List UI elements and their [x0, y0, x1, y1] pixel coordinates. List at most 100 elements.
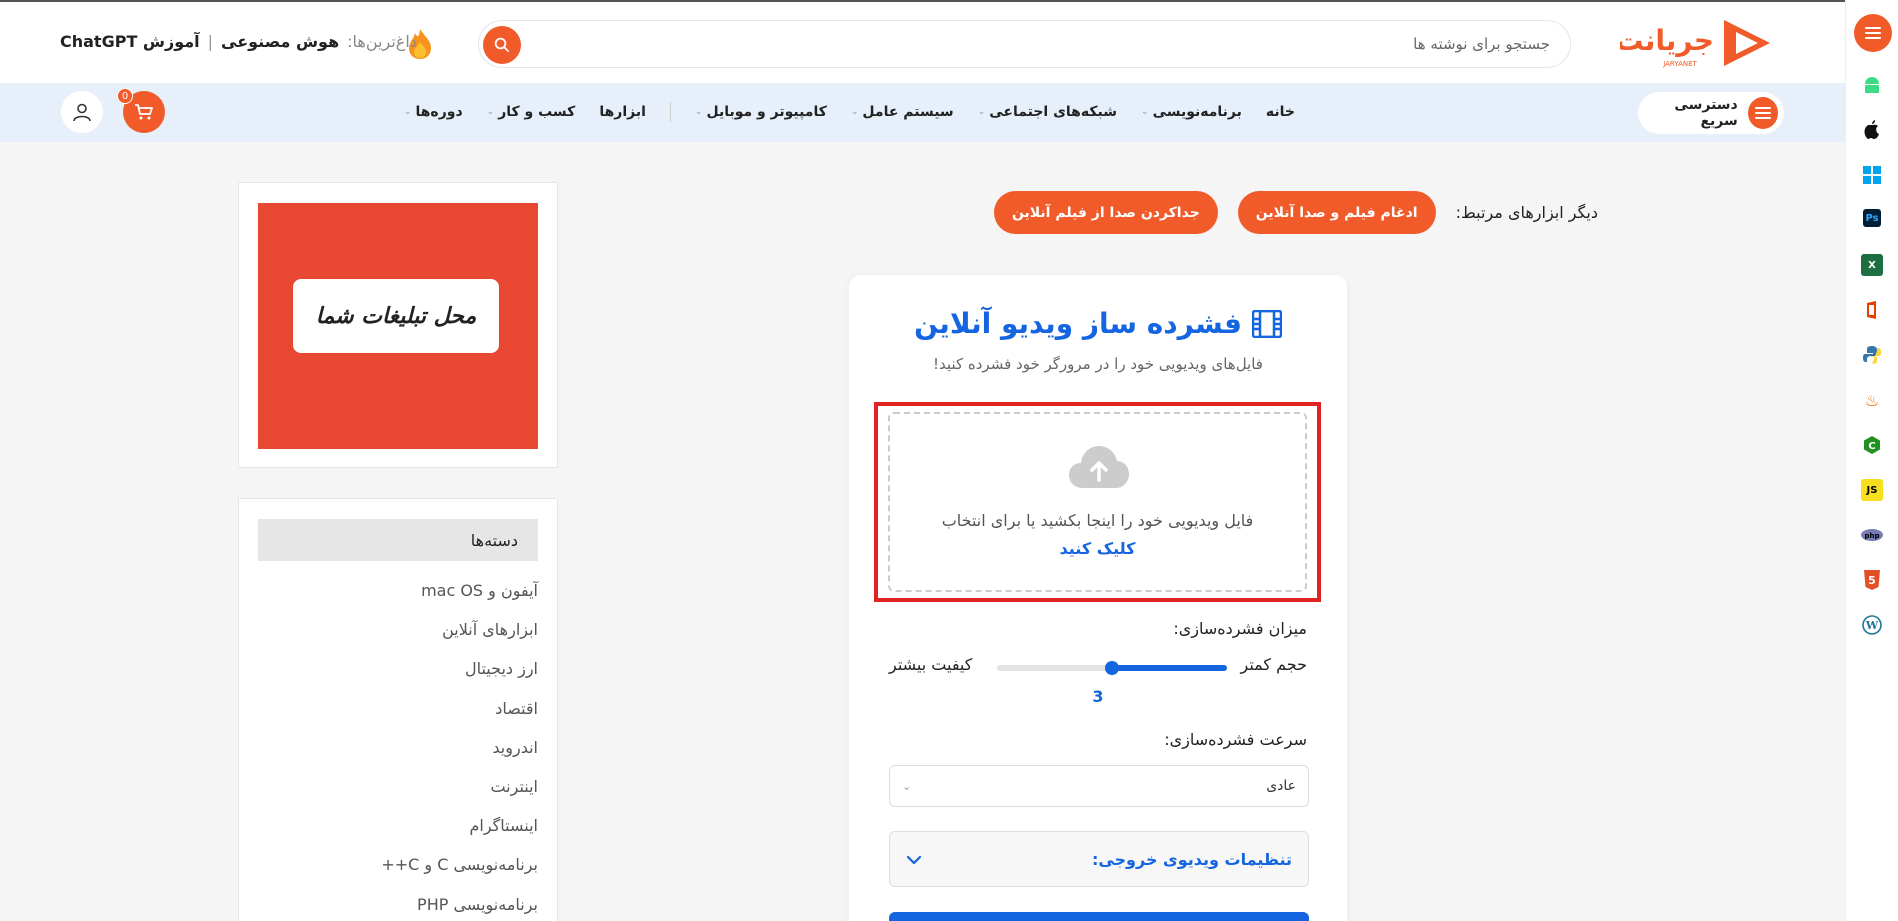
categories-widget: دسته‌ها آیفون و mac OS ابزارهای آنلاین ا… — [238, 498, 558, 921]
site-logo[interactable]: جریانت JARYANET — [1615, 14, 1780, 72]
excel-icon[interactable]: X — [1861, 254, 1883, 276]
compression-slider-row: حجم کمتر کیفیت بیشتر — [889, 655, 1307, 679]
nav-item-home[interactable]: خانه — [1266, 102, 1295, 122]
search-icon — [494, 37, 509, 52]
slider-high-label: کیفیت بیشتر — [889, 655, 973, 674]
trending-topics: داغ‌ترین‌ها: هوش مصنوعی | آموزش ChatGPT — [60, 32, 417, 51]
android-icon[interactable] — [1861, 74, 1883, 96]
nav-item-business[interactable]: کسب و کار ⌄ — [487, 102, 576, 122]
site-header: جریانت JARYANET داغ‌ترین‌ها: هوش مصنوعی … — [0, 2, 1845, 83]
photoshop-icon[interactable]: Ps — [1863, 209, 1881, 227]
category-link[interactable]: برنامه‌نویسی PHP — [258, 895, 538, 921]
slider-low-label: حجم کمتر — [1240, 655, 1307, 674]
category-link[interactable]: برنامه‌نویسی C و C++ — [258, 855, 538, 894]
nav-label: خانه — [1265, 104, 1295, 120]
slider-fill — [1112, 665, 1227, 671]
ad-banner[interactable]: محل تبلیغات شما — [258, 203, 538, 449]
speed-label: سرعت فشرده‌سازی: — [1164, 730, 1307, 749]
nav-label: کامپیوتر و موبایل — [706, 104, 827, 120]
main-menu-button[interactable] — [1854, 14, 1892, 52]
php-icon[interactable]: php — [1861, 524, 1883, 546]
apple-icon[interactable] — [1861, 119, 1883, 141]
nav-item-courses[interactable]: دوره‌ها ⌄ — [404, 102, 463, 122]
speed-select[interactable]: عادی ⌄ — [889, 765, 1309, 807]
python-icon[interactable] — [1861, 344, 1883, 366]
film-icon — [1251, 309, 1282, 338]
nav-menu: خانه برنامه‌نویسی ⌄ شبکه‌های اجتماعی ⌄ سیس… — [404, 102, 1295, 122]
user-account-button[interactable] — [61, 91, 103, 133]
video-compressor-card: فشرده ساز ویدیو آنلاین فایل‌های ویدیویی … — [849, 275, 1347, 921]
category-link[interactable]: ابزارهای آنلاین — [258, 620, 538, 659]
nav-label: کسب و کار — [498, 104, 576, 120]
java-icon[interactable]: ♨ — [1861, 389, 1883, 411]
nav-label: شبکه‌های اجتماعی — [989, 104, 1118, 120]
cart-count-badge: 0 — [117, 88, 133, 104]
output-settings-label: تنظیمات ویدیوی خروجی: — [1091, 849, 1292, 869]
file-dropzone[interactable]: فایل ویدیویی خود را اینجا بکشید یا برای … — [888, 412, 1307, 592]
page-title-text: فشرده ساز ویدیو آنلاین — [914, 307, 1242, 340]
main-navbar: دسترسی سریع خانه برنامه‌نویسی ⌄ شبکه‌های … — [0, 83, 1845, 142]
categories-list: آیفون و mac OS ابزارهای آنلاین ارز دیجیت… — [258, 581, 538, 921]
cloud-upload-icon — [1069, 446, 1129, 488]
nav-item-computer-mobile[interactable]: کامپیوتر و موبایل ⌄ — [695, 102, 827, 122]
search-bar — [478, 20, 1571, 68]
nav-item-tools[interactable]: ابزارها — [599, 102, 646, 122]
quick-access-label: دسترسی سریع — [1674, 97, 1738, 129]
office-icon[interactable] — [1861, 299, 1883, 321]
right-icon-rail: Ps X ♨ C JS php 5 W — [1845, 0, 1898, 921]
dropzone-text: فایل ویدیویی خود را اینجا بکشید یا برای … — [941, 511, 1254, 530]
search-input[interactable] — [750, 31, 1550, 57]
category-link[interactable]: اقتصاد — [258, 699, 538, 738]
search-button[interactable] — [483, 26, 521, 64]
trending-link-ai[interactable]: هوش مصنوعی — [221, 32, 339, 51]
chevron-down-icon — [906, 849, 922, 870]
nav-label: ابزارها — [599, 104, 646, 120]
ad-widget: محل تبلیغات شما — [238, 182, 558, 468]
nav-item-os[interactable]: سیستم عامل ⌄ — [851, 102, 954, 122]
chevron-down-icon: ⌄ — [902, 779, 912, 793]
related-tool-extract-audio-button[interactable]: جداکردن صدا از فیلم آنلاین — [993, 191, 1218, 234]
chevron-down-icon: ⌄ — [977, 107, 986, 117]
category-link[interactable]: ارز دیجیتال — [258, 659, 538, 698]
chevron-down-icon: ⌄ — [403, 107, 412, 117]
categories-title: دسته‌ها — [258, 519, 538, 561]
svg-text:C: C — [1868, 441, 1875, 452]
category-link[interactable]: آیفون و mac OS — [258, 581, 538, 620]
nav-label: دوره‌ها — [415, 104, 463, 120]
nav-divider — [669, 102, 671, 122]
svg-text:php: php — [1864, 532, 1879, 540]
csharp-icon[interactable]: C — [1861, 434, 1883, 456]
dropzone-click-link[interactable]: کلیک کنید — [890, 539, 1305, 558]
slider-thumb[interactable] — [1105, 661, 1119, 675]
dropzone-highlight: فایل ویدیویی خود را اینجا بکشید یا برای … — [874, 402, 1321, 602]
cart-icon — [135, 104, 153, 120]
nav-label: سیستم عامل — [862, 104, 954, 120]
windows-icon[interactable] — [1861, 164, 1883, 186]
chevron-down-icon: ⌄ — [694, 107, 703, 117]
logo-subtext: JARYANET — [1662, 60, 1697, 68]
speed-select-value: عادی — [1266, 778, 1296, 794]
nav-item-social[interactable]: شبکه‌های اجتماعی ⌄ — [978, 102, 1117, 122]
slider-value: 3 — [1092, 687, 1104, 706]
nav-item-programming[interactable]: برنامه‌نویسی ⌄ — [1141, 102, 1242, 122]
chevron-down-icon: ⌄ — [1141, 107, 1149, 117]
trending-link-chatgpt[interactable]: آموزش ChatGPT — [60, 32, 200, 51]
trending-label: داغ‌ترین‌ها: — [347, 32, 417, 51]
compress-button[interactable] — [889, 912, 1309, 921]
related-tool-merge-button[interactable]: ادغام فیلم و صدا آنلاین — [1237, 191, 1436, 234]
nav-label: برنامه‌نویسی — [1152, 104, 1242, 120]
html5-icon[interactable]: 5 — [1861, 569, 1883, 591]
quick-access-button[interactable]: دسترسی سریع — [1638, 92, 1784, 134]
category-link[interactable]: اندروید — [258, 738, 538, 777]
compression-slider[interactable] — [997, 661, 1227, 675]
javascript-icon[interactable]: JS — [1861, 479, 1883, 501]
category-link[interactable]: اینستاگرام — [258, 816, 539, 855]
category-link[interactable]: اینترنت — [258, 777, 538, 816]
hamburger-icon — [1747, 97, 1778, 129]
chevron-down-icon: ⌄ — [486, 107, 495, 117]
output-settings-accordion[interactable]: تنظیمات ویدیوی خروجی: — [889, 831, 1309, 887]
wordpress-icon[interactable]: W — [1861, 614, 1883, 636]
svg-text:5: 5 — [1868, 574, 1876, 587]
logo-text: جریانت — [1620, 24, 1714, 57]
ad-banner-text: محل تبلیغات شما — [293, 279, 499, 353]
